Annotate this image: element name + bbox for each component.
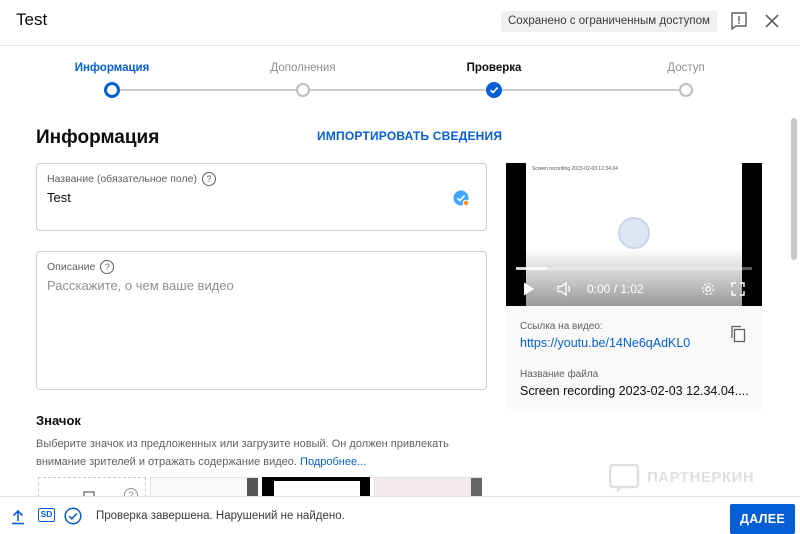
footer: SD Проверка завершена. Нарушений не найд…	[0, 496, 800, 534]
verified-check-icon	[453, 190, 471, 213]
video-link-label: Ссылка на видео:	[520, 321, 603, 332]
scrollbar-thumb[interactable]	[791, 118, 797, 260]
thumbnail-frame-edge	[247, 478, 258, 498]
video-preview-card: Screen recording 2023-02-03 12.34.04 0:0…	[506, 163, 762, 409]
title-field-value[interactable]: Test	[47, 190, 71, 205]
description-field-label: Описание	[47, 261, 96, 273]
step-dot-info[interactable]	[104, 82, 120, 98]
thumbnail-title: Значок	[36, 413, 81, 428]
title-field[interactable]: Название (обязательное поле) ? Test	[36, 163, 487, 231]
checks-complete-icon[interactable]	[64, 507, 82, 530]
upload-icon[interactable]	[11, 509, 25, 530]
video-time: 0:00 / 1:02	[587, 282, 644, 296]
learn-more-link[interactable]: Подробнее...	[300, 456, 366, 468]
thumbnail-option-1[interactable]	[150, 477, 258, 498]
help-icon[interactable]: ?	[100, 260, 115, 274]
fullscreen-icon[interactable]	[730, 281, 746, 302]
watermark-logo-icon	[608, 463, 640, 493]
section-title: Информация	[36, 127, 160, 148]
video-progress-bar[interactable]	[516, 267, 752, 270]
close-icon[interactable]	[762, 11, 782, 31]
copy-icon[interactable]	[730, 325, 746, 348]
next-button[interactable]: ДАЛЕЕ	[730, 504, 795, 534]
thumbnail-frame	[274, 481, 360, 497]
filename-label: Название файла	[520, 369, 599, 380]
thumbnail-description: Выберите значок из предложенных или загр…	[36, 436, 476, 471]
stepper-line	[112, 89, 686, 91]
avatar	[618, 217, 650, 249]
feedback-icon[interactable]	[729, 11, 749, 31]
import-details-link[interactable]: ИМПОРТИРОВАТЬ СВЕДЕНИЯ	[317, 129, 502, 143]
thumbnail-option-3[interactable]	[374, 477, 482, 498]
thumbnail-option-2[interactable]	[262, 477, 370, 497]
thumbnail-frame-edge	[471, 478, 482, 498]
settings-gear-icon[interactable]	[700, 281, 716, 302]
description-field[interactable]: Описание ? Расскажите, о чем ваше видео	[36, 251, 487, 390]
video-progress-fill	[516, 267, 547, 270]
description-placeholder[interactable]: Расскажите, о чем ваше видео	[47, 278, 234, 293]
header: Test Сохранено с ограниченным доступом	[0, 0, 800, 46]
step-dot-checks[interactable]	[486, 82, 502, 98]
stepper: Информация Дополнения Проверка Доступ	[0, 46, 800, 114]
step-label-access[interactable]: Доступ	[667, 62, 704, 74]
filename-value: Screen recording 2023-02-03 12.34.04....	[520, 384, 749, 398]
video-link[interactable]: https://youtu.be/14Ne6qAdKL0	[520, 336, 690, 350]
step-label-extras[interactable]: Дополнения	[270, 62, 335, 74]
description-field-label-row: Описание ?	[47, 260, 115, 274]
title-field-label: Название (обязательное поле)	[47, 173, 197, 185]
check-icon	[489, 87, 499, 94]
status-badge: Сохранено с ограниченным доступом	[501, 11, 717, 32]
step-dot-access[interactable]	[679, 83, 693, 97]
page-title: Test	[16, 10, 48, 29]
help-icon[interactable]: ?	[202, 172, 216, 186]
watermark: ПАРТНЕРКИН	[608, 463, 769, 494]
thumbnail-description-text: Выберите значок из предложенных или загр…	[36, 438, 449, 468]
sd-quality-badge[interactable]: SD	[38, 508, 55, 522]
step-dot-extras[interactable]	[296, 83, 310, 97]
watermark-text: ПАРТНЕРКИН	[647, 469, 755, 486]
upload-thumbnail-button[interactable]: ?	[38, 477, 146, 502]
title-field-label-row: Название (обязательное поле) ?	[47, 172, 216, 186]
step-label-info[interactable]: Информация	[75, 62, 150, 74]
video-player[interactable]: Screen recording 2023-02-03 12.34.04 0:0…	[506, 163, 762, 306]
step-label-checks[interactable]: Проверка	[467, 62, 522, 74]
volume-icon[interactable]	[556, 281, 574, 302]
video-frame-title: Screen recording 2023-02-03 12.34.04	[532, 166, 618, 172]
checks-status-text: Проверка завершена. Нарушений не найдено…	[96, 510, 345, 522]
play-icon[interactable]	[522, 281, 536, 302]
